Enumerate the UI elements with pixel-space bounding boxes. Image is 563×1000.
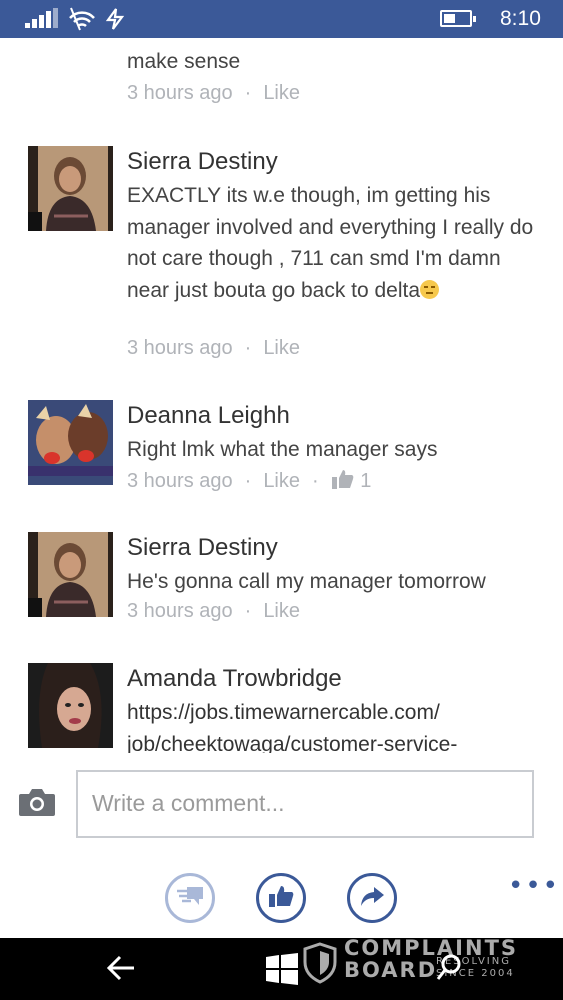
like-count: 1 (360, 470, 372, 492)
comments-icon (175, 883, 205, 913)
comment-author[interactable]: Amanda Trowbridge (127, 663, 342, 695)
watermark-title-line2: BOARD (344, 958, 438, 982)
comment-author[interactable]: Sierra Destiny (127, 146, 278, 178)
share-button[interactable] (347, 873, 397, 923)
camera-icon[interactable] (18, 787, 56, 821)
comment-meta: 3 hours ago · Like (127, 600, 301, 622)
comment-link[interactable]: https://jobs.timewarnercable.com/ job/ch… (127, 697, 547, 753)
share-icon (358, 883, 386, 913)
comment-text: He's gonna call my manager tomorrow (127, 570, 486, 593)
comment-author[interactable]: Deanna Leighh (127, 400, 290, 432)
clock: 8:10 (500, 7, 541, 30)
comments-button[interactable] (165, 873, 215, 923)
wifi-icon (68, 6, 96, 36)
comment-meta: 3 hours ago · Like · 1 (127, 468, 371, 496)
more-icon[interactable]: ••• (508, 871, 560, 901)
pensive-face-emoji (420, 279, 440, 299)
comment-meta: 3 hours ago · Like (127, 82, 301, 104)
comment-timestamp: 3 hours ago (127, 470, 233, 492)
battery-icon (440, 10, 476, 27)
search-icon[interactable] (436, 954, 462, 986)
comment-text-content: EXACTLY its w.e though, im getting his m… (127, 184, 540, 302)
shield-icon (302, 942, 338, 988)
like-icon (267, 883, 295, 913)
comment-author[interactable]: Sierra Destiny (127, 532, 278, 564)
comment-input[interactable]: Write a comment... (76, 770, 534, 838)
like-link[interactable]: Like (263, 337, 300, 359)
data-icon (104, 7, 126, 35)
like-link[interactable]: Like (263, 82, 300, 104)
comment-timestamp: 3 hours ago (127, 82, 233, 104)
signal-icon (25, 8, 58, 28)
windows-start-icon[interactable] (265, 952, 299, 990)
like-button[interactable] (256, 873, 306, 923)
battery-level (444, 14, 455, 23)
comment-timestamp: 3 hours ago (127, 337, 233, 359)
avatar[interactable] (28, 532, 113, 617)
back-arrow-icon[interactable] (106, 954, 136, 986)
avatar[interactable] (28, 663, 113, 748)
complaintsboard-watermark: COMPLAINTS BOARD RESOLVING SINCE 2004 (300, 936, 550, 1000)
comment-list[interactable]: make sense 3 hours ago · Like Sierra Desti… (0, 38, 563, 753)
comment-meta: 3 hours ago · Like (127, 337, 301, 359)
avatar[interactable] (28, 146, 113, 231)
avatar[interactable] (28, 400, 113, 485)
like-link[interactable]: Like (263, 470, 300, 492)
like-link[interactable]: Like (263, 600, 300, 622)
comment-text: EXACTLY its w.e though, im getting his m… (127, 180, 537, 306)
comment-text: make sense (127, 50, 241, 73)
comment-composer: Write a comment... (0, 753, 563, 863)
comment-timestamp: 3 hours ago (127, 600, 233, 622)
like-count-icon (331, 468, 355, 496)
status-bar: 8:10 (0, 0, 563, 38)
comment-text: Right lmk what the manager says (127, 438, 438, 461)
system-nav-bar: COMPLAINTS BOARD RESOLVING SINCE 2004 (0, 936, 563, 1000)
action-bar: ••• (0, 863, 563, 938)
